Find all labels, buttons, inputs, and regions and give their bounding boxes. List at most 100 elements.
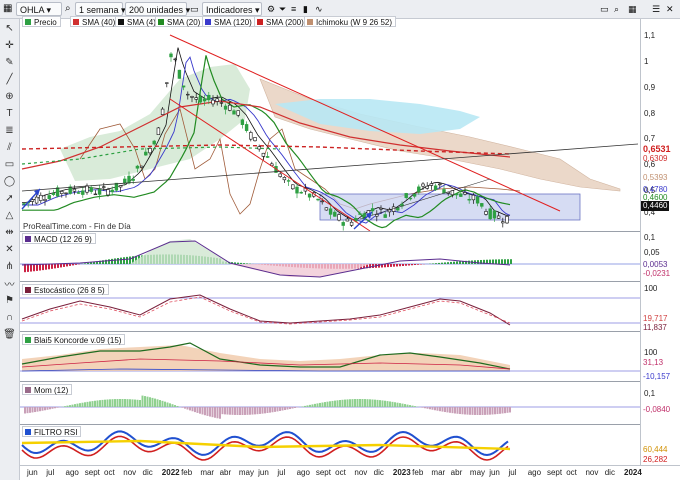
legend-ichimoku[interactable]: Ichimoku (W 9 26 52) <box>304 16 397 27</box>
rectangle-icon[interactable]: ▭ <box>3 158 16 171</box>
cloud-brown <box>259 78 621 192</box>
mom-bar <box>91 401 94 407</box>
mom-bar <box>259 407 261 414</box>
panel-separator[interactable] <box>20 381 640 382</box>
panel-separator[interactable] <box>20 281 640 282</box>
channel-icon[interactable]: ⫽ <box>3 141 16 154</box>
macd-histogram-bar <box>456 261 458 264</box>
time-axis-label: dic <box>373 468 384 477</box>
mom-bar <box>74 404 76 407</box>
timeframe-selector[interactable]: 1 semana ▾ <box>75 2 126 16</box>
macd-line <box>21 240 511 278</box>
line-tool-icon[interactable]: ╱ <box>3 73 16 86</box>
line-swatch-icon <box>25 236 31 242</box>
macd-histogram-bar <box>438 262 440 264</box>
koncorde-tick: 100 <box>644 348 658 357</box>
pointer-icon[interactable]: ↖ <box>3 22 16 35</box>
candle-body <box>286 180 291 182</box>
mom-bar <box>446 407 449 413</box>
calendar-icon[interactable]: ▦ <box>628 2 637 16</box>
candle-body <box>249 132 253 140</box>
mom-bar <box>199 407 201 414</box>
legend-sma4-label: SMA (4) <box>127 18 156 27</box>
gann-icon[interactable]: ✕ <box>3 243 16 256</box>
arrow-icon[interactable]: ➚ <box>3 192 16 205</box>
text-tool-icon[interactable]: T <box>3 107 16 120</box>
candle-body <box>165 82 169 84</box>
mom-bar <box>301 406 304 407</box>
mom-bar <box>281 407 284 411</box>
magnet-icon[interactable]: ∩ <box>3 311 16 324</box>
mom-bar <box>464 407 466 415</box>
mom-bar <box>309 404 311 407</box>
time-axis[interactable] <box>20 465 680 480</box>
candles-icon[interactable]: ▮ <box>303 2 308 16</box>
crosshair-icon[interactable]: ✛ <box>3 39 16 52</box>
mom-bar <box>121 399 124 407</box>
price-chart[interactable] <box>20 19 640 465</box>
grid-icon[interactable]: ▦ <box>3 2 12 16</box>
legend-sma4[interactable]: SMA (4) <box>115 16 160 27</box>
indicators-icon[interactable]: ▭ <box>190 2 199 16</box>
close-icon[interactable]: ✕ <box>666 2 674 16</box>
mom-bar <box>236 407 239 415</box>
wave-icon[interactable]: 〰 <box>3 277 16 291</box>
panel-separator[interactable] <box>20 231 640 232</box>
fibonacci-icon[interactable]: ≣ <box>3 124 16 137</box>
units-selector[interactable]: 200 unidades ▾ <box>125 2 190 16</box>
line-chart-icon[interactable]: ∿ <box>315 2 323 16</box>
legend-macd[interactable]: MACD (12 26 9) <box>22 233 96 244</box>
legend-sma200[interactable]: SMA (200) <box>254 16 308 27</box>
search-icon[interactable]: ⌕ <box>65 2 71 16</box>
zoom-in-icon[interactable]: ⊕ <box>3 90 16 103</box>
mom-bar <box>216 407 219 419</box>
measure-icon[interactable]: ⇹ <box>3 226 16 239</box>
legend-rsi-filter[interactable]: FILTRO RSI <box>22 426 82 437</box>
legend-sma120[interactable]: SMA (120) <box>202 16 256 27</box>
legend-price[interactable]: Precio <box>22 16 61 27</box>
price-tick: 1 <box>644 57 649 66</box>
candle-body <box>320 200 324 203</box>
panel-separator[interactable] <box>20 331 640 332</box>
candle-body <box>106 189 110 196</box>
candle-body <box>89 187 93 192</box>
bars-icon[interactable]: ≡ <box>291 2 296 16</box>
macd-histogram-bar <box>126 256 128 264</box>
consolidation-box[interactable] <box>319 193 581 221</box>
units-label: 200 unidades <box>129 5 184 15</box>
trash-icon[interactable]: 🗑 <box>3 328 16 341</box>
filter-icon[interactable]: ⏷ <box>279 2 286 16</box>
screen-icon[interactable]: ▭ <box>600 2 609 16</box>
candle-body <box>215 98 219 102</box>
candle-body <box>261 152 266 157</box>
alert-icon[interactable]: ⚑ <box>3 294 16 307</box>
legend-koncorde[interactable]: Blai5 Koncorde v.09 (15) <box>22 334 126 345</box>
triangle-icon[interactable]: △ <box>3 209 16 222</box>
panel-separator[interactable] <box>20 424 640 425</box>
macd-label: MACD (12 26 9) <box>34 235 92 244</box>
pitchfork-icon[interactable]: ⋔ <box>3 260 16 273</box>
mom-bar <box>201 407 204 415</box>
mom-bar <box>224 407 226 415</box>
ellipse-icon[interactable]: ◯ <box>3 175 16 188</box>
pencil-icon[interactable]: ✎ <box>3 56 16 69</box>
mom-bar <box>316 403 319 407</box>
macd-histogram-bar <box>243 263 245 264</box>
legend-mom[interactable]: Mom (12) <box>22 384 73 395</box>
candle-body <box>429 183 434 186</box>
mom-bar <box>66 405 69 407</box>
menu-icon[interactable]: ☰ <box>652 2 660 16</box>
settings-icon[interactable]: ⚙ <box>267 2 275 16</box>
legend-sma40[interactable]: SMA (40) <box>70 16 120 27</box>
candle-body <box>156 127 161 135</box>
symbol-selector[interactable]: OHLA ▾ <box>16 2 62 16</box>
zoom-icon[interactable]: ⌕ <box>614 2 619 16</box>
mom-bar <box>56 407 59 408</box>
mom-bar <box>24 407 26 414</box>
macd-histogram-bar <box>123 257 125 264</box>
indicators-button[interactable]: Indicadores ▾ <box>202 2 262 16</box>
mom-bar <box>209 407 211 417</box>
mom-bar <box>424 407 426 409</box>
legend-stochastic[interactable]: Estocástico (26 8 5) <box>22 284 109 295</box>
legend-sma20[interactable]: SMA (20) <box>155 16 205 27</box>
